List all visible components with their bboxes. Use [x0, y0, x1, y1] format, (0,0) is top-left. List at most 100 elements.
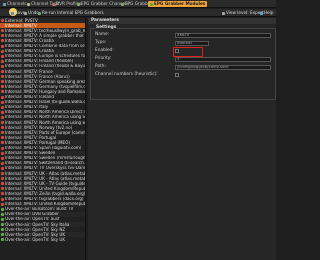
list-item-label: Over-the-air: OpenTV: ausf — [5, 216, 60, 222]
undo-button[interactable]: Undo — [24, 10, 39, 16]
module-status-icon — [1, 90, 4, 94]
list-item-label: Internal: XMLTV: tvgrabbers (dacs.org) — [5, 196, 84, 201]
module-status-icon — [1, 64, 4, 68]
tag-icon — [27, 2, 30, 6]
record-icon — [52, 2, 55, 6]
list-item-label: Internal: XMLTV: North America using www… — [5, 120, 86, 125]
list-item-label: Internal: XMLTV: United Kingdom/Republic… — [5, 201, 85, 207]
list-item-label: Internal: XMLTV: North America Direct TV… — [5, 109, 86, 115]
grabber-icon — [121, 2, 124, 6]
help-icon — [260, 11, 263, 15]
list-item-label: Internal: XMLTV: France — [5, 69, 53, 74]
channel-numbers-checkbox[interactable] — [175, 73, 179, 77]
list-item-label: Internal: XMLTV — [5, 23, 37, 28]
tab-epg-grabber-modules[interactable]: EPG Grabber Modules — [148, 1, 208, 7]
list-item-label: Internal: XMLTV: Europe is schedules for… — [5, 53, 86, 59]
name-field[interactable]: XMLTV — [175, 32, 271, 38]
module-status-icon — [1, 85, 4, 89]
list-item-label: Internal: XMLTV: Finland (flexibl & Bayu… — [5, 63, 86, 69]
list-item-label: Internal: XMLTV: Zeilin (tvgid.walla.org… — [5, 191, 86, 196]
module-status-icon — [1, 100, 4, 104]
priority-row: Priority: — [95, 56, 133, 62]
module-status-icon — [1, 238, 4, 242]
module-status-icon — [1, 75, 4, 79]
module-status-icon — [1, 34, 4, 38]
list-item-label: Internal: XMLTV: North America using Sch… — [5, 114, 86, 120]
list-item-label: Internal: XMLTV: German speaking area (O… — [5, 79, 86, 84]
refresh-icon — [38, 11, 41, 15]
grabber-modules-list: External: PVSTV Internal: XMLTV Internal: … — [0, 18, 86, 260]
list-item-label: Internal: XMLTV: Combine data from sever… — [5, 43, 85, 48]
module-status-icon — [1, 223, 4, 227]
toolbar: Save Undo Re-run Internal EPG Grabbers V… — [0, 8, 276, 17]
list-icon — [77, 2, 80, 6]
module-status-icon — [1, 110, 4, 114]
module-status-icon — [1, 70, 4, 74]
list-item-label: Internal: XMLTV: Italy — [5, 104, 49, 110]
module-status-icon — [1, 187, 4, 191]
name-row: Name: — [95, 32, 133, 38]
priority-field[interactable]: 3 — [175, 56, 271, 62]
list-item[interactable]: Over-the-air: OpenTV: Sky UK — [0, 237, 85, 242]
list-item-label: Internal: XMLTV: United Kingdom/Republic… — [5, 186, 85, 191]
list-item-label: Over-the-air: OpenTV: Sky UK — [5, 232, 66, 237]
module-status-icon — [1, 166, 4, 170]
settings-legend: Settings — [95, 25, 118, 31]
tv-icon — [3, 2, 6, 6]
list-item-label: Internal: XMLTV: Croatia — [5, 38, 54, 43]
rerun-grabbers-button[interactable]: Re-run Internal EPG Grabbers — [38, 10, 104, 16]
module-status-icon — [1, 197, 4, 201]
undo-icon — [24, 11, 27, 15]
list-item-label: Over-the-air: DVB Grabber — [5, 211, 59, 217]
help-button[interactable]: Help — [260, 10, 274, 16]
module-status-icon — [1, 80, 4, 84]
module-status-icon — [1, 233, 4, 237]
list-item-label: Internal: XMLTV: tvcrhousllwy(n_grab_mg … — [5, 28, 86, 33]
list-item-label: Internal: XMLTV: Switzerland (ti-search.… — [5, 160, 86, 166]
priority-label: Priority: — [95, 55, 112, 61]
module-status-icon — [1, 95, 4, 99]
module-status-icon — [1, 212, 4, 216]
view-level-select[interactable]: View level: Expert — [222, 10, 264, 16]
type-row: Type: — [95, 40, 133, 46]
list-item-label: Over-the-air: Bulsatcom: Bulst TV — [5, 206, 74, 212]
module-icon — [150, 2, 153, 6]
module-status-icon — [1, 121, 4, 125]
list-item-label: Internal: XMLTV: UK - TV Guide (tvguide.… — [5, 181, 86, 186]
list-item-label: Internal: XMLTV: Norway (tv2.no) — [5, 125, 73, 130]
module-status-icon — [1, 19, 4, 23]
top-tab-bar: Channels Channel Tags DVR Profiles EPG G… — [0, 0, 276, 8]
module-status-icon — [1, 182, 4, 186]
module-status-icon — [1, 24, 4, 28]
channel-numbers-label: Channel numbers (heuristic): — [95, 71, 158, 77]
path-field[interactable]: /config/epggrab/xmltv.sock — [175, 64, 271, 70]
module-status-icon — [1, 217, 4, 221]
list-item-label: Internal: XMLTV: Parts of Europe (commer… — [5, 130, 86, 135]
module-status-icon — [1, 39, 4, 43]
module-status-icon — [1, 105, 4, 109]
list-item-label: Over-the-air: OpenTV: Sky UK — [5, 237, 66, 242]
module-status-icon — [1, 156, 4, 160]
path-row: Path: — [95, 64, 133, 70]
module-status-icon — [1, 49, 4, 53]
list-item-label: Internal: XMLTV: Finland (flexible) — [5, 58, 74, 64]
module-status-icon — [1, 136, 4, 140]
settings-fieldset: Settings Name: XMLTV Type: Internal Enab… — [90, 25, 276, 100]
list-item-label: Internal: XMLTV: UK - Atlas (atlas.metab… — [5, 171, 86, 176]
module-status-icon — [1, 192, 4, 196]
module-status-icon — [1, 177, 4, 181]
module-status-icon — [1, 141, 4, 145]
module-status-icon — [1, 126, 4, 130]
list-item-label: Internal: XMLTV: Israel (tv-guide.walla.… — [5, 99, 86, 105]
list-item-label: Over-the-air: OpenTV: Sky NZ — [5, 227, 66, 232]
enabled-label: Enabled: — [95, 47, 114, 53]
list-item-label: Internal: XMLTV: France (Alanci) — [5, 74, 70, 79]
path-label: Path: — [95, 63, 106, 69]
module-status-icon — [1, 172, 4, 176]
channel-numbers-row: Channel numbers (heuristic): — [95, 72, 165, 78]
type-field: Internal — [175, 40, 209, 46]
list-item-label: Internal: XMLTV: Iceland — [5, 94, 54, 99]
module-status-icon — [1, 131, 4, 135]
list-item-label: Internal: XMLTV: Germany (tvspielfilm.de… — [5, 84, 86, 89]
list-item-label: Internal: XMLTV: Portugal (MEO) — [5, 140, 70, 145]
